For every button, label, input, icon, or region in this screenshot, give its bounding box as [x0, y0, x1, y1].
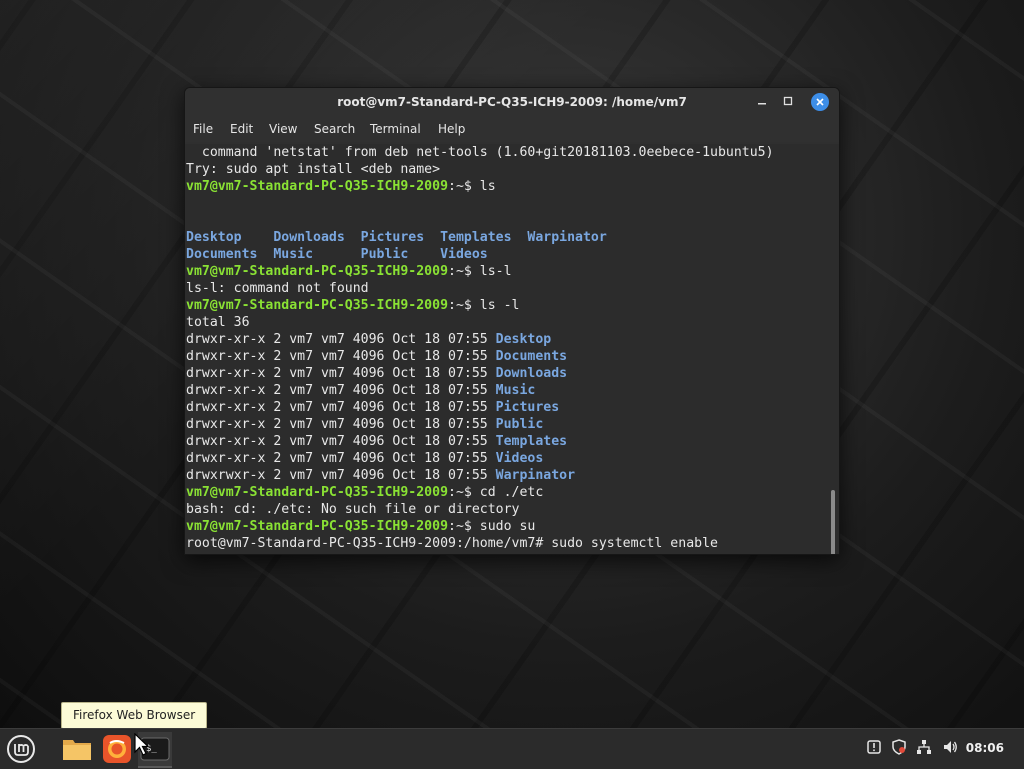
update-manager-tray[interactable] — [889, 739, 909, 759]
notifications-tray[interactable] — [864, 739, 884, 759]
title-bar[interactable]: root@vm7-Standard-PC-Q35-ICH9-2009: /hom… — [185, 88, 839, 116]
listing-row: drwxrwxr-x 2 vm7 vm7 4096 Oct 18 07:55 W… — [186, 467, 839, 484]
network-icon — [917, 740, 931, 754]
menu-help[interactable]: Help — [438, 122, 465, 136]
close-button[interactable] — [811, 93, 829, 111]
listing-name: Public — [495, 417, 544, 432]
listing-name: Downloads — [495, 366, 568, 381]
menu-bar: File Edit View Search Terminal Help — [185, 116, 839, 142]
listing-row: drwxr-xr-x 2 vm7 vm7 4096 Oct 18 07:55 P… — [186, 399, 839, 416]
firefox-icon — [103, 735, 131, 763]
minimize-icon — [758, 103, 766, 105]
files-launcher[interactable] — [60, 732, 94, 766]
listing-name: Desktop — [495, 332, 552, 347]
listing-perms: drwxr-xr-x 2 vm7 vm7 4096 Oct 18 07:55 — [186, 349, 496, 364]
notifications-icon — [867, 740, 881, 754]
command-text: cd ./etc — [479, 485, 544, 500]
terminal-output[interactable]: command 'netstat' from deb net-tools (1.… — [185, 144, 839, 554]
maximize-icon — [783, 96, 793, 106]
folder-icon — [63, 740, 91, 760]
network-tray[interactable] — [914, 739, 934, 759]
clock[interactable]: 08:06 — [966, 741, 1004, 755]
terminal-line: vm7@vm7-Standard-PC-Q35-ICH9-2009:~$ ls-… — [186, 263, 839, 280]
prompt-user-host: vm7@vm7-Standard-PC-Q35-ICH9-2009 — [186, 264, 449, 279]
directory-listing: Documents Music Public Videos — [186, 247, 488, 262]
menu-search[interactable]: Search — [314, 122, 355, 136]
command-text: ls-l — [479, 264, 512, 279]
menu-edit[interactable]: Edit — [230, 122, 253, 136]
mouse-cursor-icon — [134, 733, 150, 756]
listing-perms: drwxr-xr-x 2 vm7 vm7 4096 Oct 18 07:55 — [186, 400, 496, 415]
terminal-window[interactable]: root@vm7-Standard-PC-Q35-ICH9-2009: /hom… — [184, 87, 840, 555]
prompt-path: :~$ — [448, 485, 480, 500]
listing-row: drwxr-xr-x 2 vm7 vm7 4096 Oct 18 07:55 D… — [186, 331, 839, 348]
prompt-path: :~$ — [448, 179, 480, 194]
listing-row: drwxr-xr-x 2 vm7 vm7 4096 Oct 18 07:55 M… — [186, 382, 839, 399]
firefox-launcher[interactable] — [100, 732, 134, 766]
prompt-path: :~$ — [448, 264, 480, 279]
directory-listing: Desktop Downloads Pictures Templates War… — [186, 230, 607, 245]
listing-perms: drwxr-xr-x 2 vm7 vm7 4096 Oct 18 07:55 — [186, 383, 496, 398]
listing-name: Templates — [495, 434, 568, 449]
menu-file[interactable]: File — [193, 122, 213, 136]
listing-perms: drwxr-xr-x 2 vm7 vm7 4096 Oct 18 07:55 — [186, 332, 496, 347]
terminal-input-line[interactable]: root@vm7-Standard-PC-Q35-ICH9-2009:/home… — [186, 535, 839, 552]
terminal-line: command 'netstat' from deb net-tools (1.… — [186, 145, 774, 160]
listing-row: drwxr-xr-x 2 vm7 vm7 4096 Oct 18 07:55 T… — [186, 433, 839, 450]
terminal-line: bash: cd: ./etc: No such file or directo… — [186, 502, 520, 517]
mint-menu-icon — [7, 735, 35, 763]
volume-icon — [944, 741, 957, 753]
terminal-line: vm7@vm7-Standard-PC-Q35-ICH9-2009:~$ sud… — [186, 518, 839, 535]
update-shield-icon — [892, 739, 906, 755]
prompt-user-host: vm7@vm7-Standard-PC-Q35-ICH9-2009 — [186, 179, 449, 194]
prompt-user-host: vm7@vm7-Standard-PC-Q35-ICH9-2009 — [186, 519, 449, 534]
close-icon — [816, 98, 824, 106]
listing-name: Videos — [495, 451, 544, 466]
taskbar: $_ 08:06 — [0, 728, 1024, 769]
prompt-user-host: vm7@vm7-Standard-PC-Q35-ICH9-2009 — [186, 485, 449, 500]
command-text: ls — [479, 179, 496, 194]
volume-tray[interactable] — [940, 739, 960, 759]
maximize-button[interactable] — [779, 93, 797, 111]
tooltip: Firefox Web Browser — [61, 702, 208, 729]
listing-perms: drwxr-xr-x 2 vm7 vm7 4096 Oct 18 07:55 — [186, 417, 496, 432]
prompt-user-host: vm7@vm7-Standard-PC-Q35-ICH9-2009 — [186, 298, 449, 313]
listing-perms: drwxrwxr-x 2 vm7 vm7 4096 Oct 18 07:55 — [186, 468, 496, 483]
terminal-line: vm7@vm7-Standard-PC-Q35-ICH9-2009:~$ ls … — [186, 297, 839, 314]
listing-row: drwxr-xr-x 2 vm7 vm7 4096 Oct 18 07:55 D… — [186, 348, 839, 365]
menu-view[interactable]: View — [269, 122, 297, 136]
menu-terminal[interactable]: Terminal — [370, 122, 421, 136]
terminal-line: ls-l: command not found — [186, 281, 369, 296]
scrollbar-thumb[interactable] — [831, 490, 835, 554]
command-text: sudo su — [479, 519, 536, 534]
terminal-line: total 36 — [186, 315, 250, 330]
terminal-line: Try: sudo apt install <deb name> — [186, 162, 441, 177]
listing-perms: drwxr-xr-x 2 vm7 vm7 4096 Oct 18 07:55 — [186, 451, 496, 466]
listing-name: Pictures — [495, 400, 560, 415]
listing-row: drwxr-xr-x 2 vm7 vm7 4096 Oct 18 07:55 P… — [186, 416, 839, 433]
listing-name: Warpinator — [495, 468, 576, 483]
command-text: ls -l — [479, 298, 520, 313]
listing-row: drwxr-xr-x 2 vm7 vm7 4096 Oct 18 07:55 V… — [186, 450, 839, 467]
terminal-line: vm7@vm7-Standard-PC-Q35-ICH9-2009:~$ ls — [186, 178, 839, 195]
listing-row: drwxr-xr-x 2 vm7 vm7 4096 Oct 18 07:55 D… — [186, 365, 839, 382]
terminal-line: vm7@vm7-Standard-PC-Q35-ICH9-2009:~$ cd … — [186, 484, 839, 501]
start-menu-button[interactable] — [4, 732, 38, 766]
prompt-path: :~$ — [448, 298, 480, 313]
prompt-path: :~$ — [448, 519, 480, 534]
listing-perms: drwxr-xr-x 2 vm7 vm7 4096 Oct 18 07:55 — [186, 366, 496, 381]
listing-perms: drwxr-xr-x 2 vm7 vm7 4096 Oct 18 07:55 — [186, 434, 496, 449]
listing-name: Documents — [495, 349, 568, 364]
window-title: root@vm7-Standard-PC-Q35-ICH9-2009: /hom… — [337, 95, 687, 109]
minimize-button[interactable] — [753, 93, 771, 111]
listing-name: Music — [495, 383, 536, 398]
